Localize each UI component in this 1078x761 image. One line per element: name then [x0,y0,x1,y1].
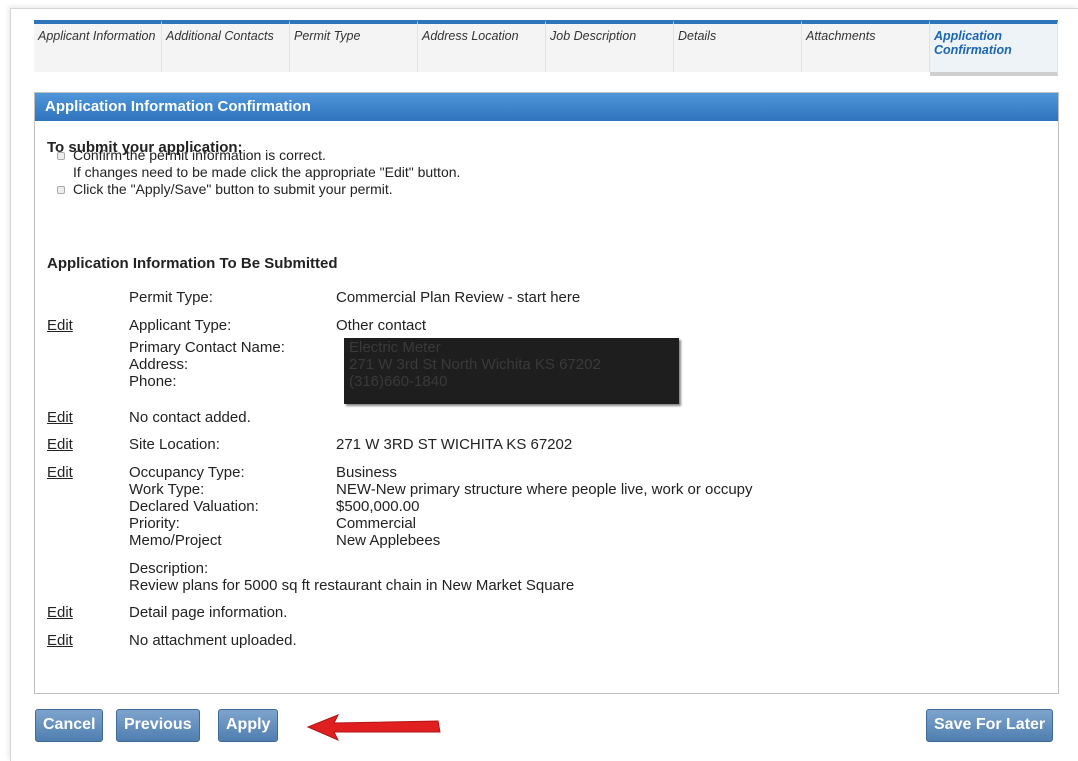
primary-contact-value: Electric Meter [349,339,441,356]
edit-site-location-link[interactable]: Edit [47,436,73,453]
tab-applicant-information[interactable]: Applicant Information [34,20,162,72]
instruction-text: Confirm the permit information is correc… [73,147,326,163]
phone-label: Phone: [129,373,177,390]
save-for-later-button[interactable]: Save For Later [926,709,1054,742]
work-type-value: NEW-New primary structure where people l… [336,481,753,498]
edit-attachments-link[interactable]: Edit [47,632,73,649]
instructions-list: Confirm the permit information is correc… [55,147,460,198]
applicant-type-label: Applicant Type: [129,317,232,334]
no-contact-text: No contact added. [129,409,251,426]
cancel-button[interactable]: Cancel [35,709,104,742]
tab-permit-type[interactable]: Permit Type [290,20,418,72]
site-location-label: Site Location: [129,436,220,453]
permit-type-label: Permit Type: [129,289,213,306]
applicant-type-value: Other contact [336,317,427,334]
section-title: Application Information To Be Submitted [47,255,338,272]
description-value: Review plans for 5000 sq ft restaurant c… [129,577,575,594]
no-attachment-text: No attachment uploaded. [129,632,297,649]
edit-details-link[interactable]: Edit [47,604,73,621]
instruction-text: Click the "Apply/Save" button to submit … [73,181,393,197]
occupancy-value: Business [336,464,397,481]
memo-label: Memo/Project [129,532,222,549]
detail-info-text: Detail page information. [129,604,288,621]
tab-address-location[interactable]: Address Location [418,20,546,72]
edit-contacts-link[interactable]: Edit [47,409,73,426]
primary-contact-label: Primary Contact Name: [129,339,285,356]
edit-job-description-link[interactable]: Edit [47,464,73,481]
bullet-icon [57,186,65,194]
valuation-label: Declared Valuation: [129,498,259,515]
tab-additional-contacts[interactable]: Additional Contacts [162,20,290,72]
tab-details[interactable]: Details [674,20,802,72]
priority-label: Priority: [129,515,180,532]
tab-job-description[interactable]: Job Description [546,20,674,72]
red-arrow-icon [306,714,441,742]
site-location-value: 271 W 3RD ST WICHITA KS 67202 [336,436,573,453]
phone-value: (316)660-1840 [349,373,448,390]
bullet-icon [57,152,65,160]
instruction-text: If changes need to be made click the app… [73,164,461,180]
priority-value: Commercial [336,515,417,532]
edit-applicant-link[interactable]: Edit [47,317,73,334]
apply-button[interactable]: Apply [218,709,279,742]
list-item: Confirm the permit information is correc… [55,147,460,181]
work-type-label: Work Type: [129,481,205,498]
tab-attachments[interactable]: Attachments [802,20,930,72]
list-item: Click the "Apply/Save" button to submit … [55,181,460,198]
redacted-contact-info: Electric Meter 271 W 3rd St North Wichit… [349,339,601,390]
permit-type-value: Commercial Plan Review - start here [336,289,581,306]
memo-value: New Applebees [336,532,441,549]
tab-application-confirmation[interactable]: Application Confirmation [930,20,1058,76]
panel-title: Application Information Confirmation [35,93,1058,121]
wizard-tabs: Applicant Information Additional Contact… [34,20,1058,76]
valuation-value: $500,000.00 [336,498,420,515]
occupancy-label: Occupancy Type: [129,464,245,481]
address-value: 271 W 3rd St North Wichita KS 67202 [349,356,601,373]
description-label: Description: [129,560,209,577]
previous-button[interactable]: Previous [116,709,200,742]
address-label: Address: [129,356,189,373]
